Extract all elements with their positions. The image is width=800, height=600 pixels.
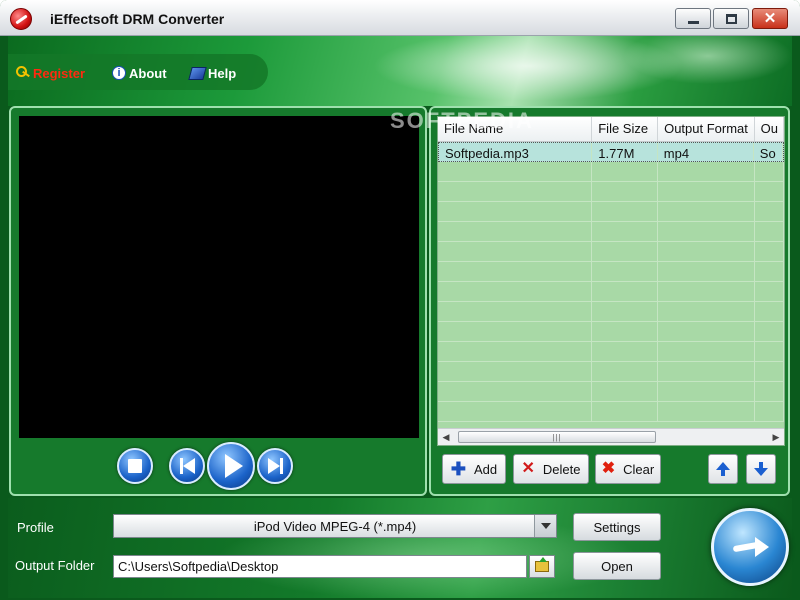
minimize-icon	[687, 21, 699, 24]
about-label: About	[129, 65, 167, 81]
table-row-empty	[438, 342, 784, 362]
settings-label: Settings	[593, 519, 641, 535]
horizontal-scrollbar[interactable]: ◀ ||| ▶	[438, 428, 784, 445]
cell-output-format: mp4	[658, 143, 754, 161]
profile-value: iPod Video MPEG-4 (*.mp4)	[253, 518, 417, 534]
help-label: Help	[208, 65, 237, 81]
file-table[interactable]: File Name File Size Output Format Ou Sof…	[437, 116, 785, 446]
delete-button[interactable]: ✕ Delete	[513, 454, 589, 484]
cell-file-size: 1.77M	[592, 143, 658, 161]
arrow-down-icon	[754, 462, 768, 476]
watermark: SOFTPEDIA	[390, 108, 534, 133]
stop-icon	[128, 459, 142, 473]
table-body: Softpedia.mp3 1.77M mp4 So	[438, 142, 784, 422]
column-output-truncated[interactable]: Ou	[755, 117, 784, 141]
settings-button[interactable]: Settings	[573, 513, 661, 541]
table-row[interactable]: Softpedia.mp3 1.77M mp4 So	[438, 142, 784, 162]
table-row-empty	[438, 402, 784, 422]
app-window: iEffectsoft DRM Converter ✕ Register i A…	[0, 0, 800, 600]
table-row-empty	[438, 382, 784, 402]
convert-arrow-icon	[731, 534, 769, 560]
clear-label: Clear	[623, 461, 655, 477]
play-icon	[224, 454, 243, 478]
table-row-empty	[438, 302, 784, 322]
maximize-button[interactable]	[713, 8, 749, 29]
dropdown-button[interactable]	[534, 515, 556, 537]
app-logo-icon	[10, 8, 32, 30]
table-row-empty	[438, 182, 784, 202]
stop-button[interactable]	[117, 448, 153, 484]
output-settings-area: Profile iPod Video MPEG-4 (*.mp4) Settin…	[8, 498, 792, 598]
table-row-empty	[438, 262, 784, 282]
arrow-up-icon	[716, 462, 730, 476]
open-button[interactable]: Open	[573, 552, 661, 580]
header-banner: Register i About Help	[8, 36, 792, 106]
skip-back-icon	[179, 458, 195, 474]
file-list-panel: File Name File Size Output Format Ou Sof…	[429, 106, 790, 496]
profile-label: Profile	[17, 520, 54, 535]
clear-button[interactable]: ✖ Clear	[595, 454, 661, 484]
about-link[interactable]: i About	[112, 64, 167, 82]
play-button[interactable]	[207, 442, 255, 490]
register-label: Register	[33, 65, 86, 81]
close-icon: ✕	[763, 10, 777, 27]
move-down-button[interactable]	[746, 454, 776, 484]
close-button[interactable]: ✕	[752, 8, 788, 29]
key-icon	[16, 66, 30, 80]
convert-button[interactable]	[711, 508, 789, 586]
video-preview	[19, 116, 419, 438]
register-link[interactable]: Register	[16, 64, 85, 82]
column-file-size[interactable]: File Size	[592, 117, 659, 141]
next-button[interactable]	[257, 448, 293, 484]
scroll-right-icon[interactable]: ▶	[768, 429, 784, 445]
column-output-format[interactable]: Output Format	[658, 117, 755, 141]
browse-folder-button[interactable]	[529, 555, 555, 578]
table-row-empty	[438, 222, 784, 242]
open-label: Open	[601, 558, 633, 574]
x-icon: ✕	[521, 460, 535, 477]
table-row-empty	[438, 362, 784, 382]
minimize-button[interactable]	[675, 8, 711, 29]
preview-panel	[9, 106, 427, 496]
info-icon: i	[112, 66, 126, 80]
table-row-empty	[438, 202, 784, 222]
maximize-icon	[725, 13, 737, 24]
table-row-empty	[438, 162, 784, 182]
cell-output-truncated: So	[754, 143, 783, 161]
scrollbar-grip: |||	[552, 432, 562, 442]
plus-icon: ✚	[450, 459, 466, 479]
folder-icon	[535, 557, 549, 572]
profile-select[interactable]: iPod Video MPEG-4 (*.mp4)	[113, 514, 557, 538]
cell-file-name: Softpedia.mp3	[439, 143, 593, 161]
add-label: Add	[473, 461, 498, 477]
skip-forward-icon	[267, 458, 283, 474]
table-row-empty	[438, 242, 784, 262]
scrollbar-thumb[interactable]: |||	[458, 431, 656, 443]
output-folder-label: Output Folder	[15, 558, 95, 573]
add-button[interactable]: ✚ Add	[442, 454, 506, 484]
previous-button[interactable]	[169, 448, 205, 484]
scroll-left-icon[interactable]: ◀	[438, 429, 454, 445]
book-icon	[188, 66, 207, 80]
table-row-empty	[438, 282, 784, 302]
table-row-empty	[438, 322, 784, 342]
chevron-down-icon	[540, 523, 551, 529]
delete-label: Delete	[542, 461, 581, 477]
window-title: iEffectsoft DRM Converter	[50, 11, 225, 27]
output-folder-input[interactable]	[113, 555, 527, 578]
x-icon: ✖	[601, 460, 616, 477]
help-link[interactable]: Help	[188, 64, 237, 82]
move-up-button[interactable]	[708, 454, 738, 484]
title-bar[interactable]: iEffectsoft DRM Converter ✕	[0, 0, 800, 36]
